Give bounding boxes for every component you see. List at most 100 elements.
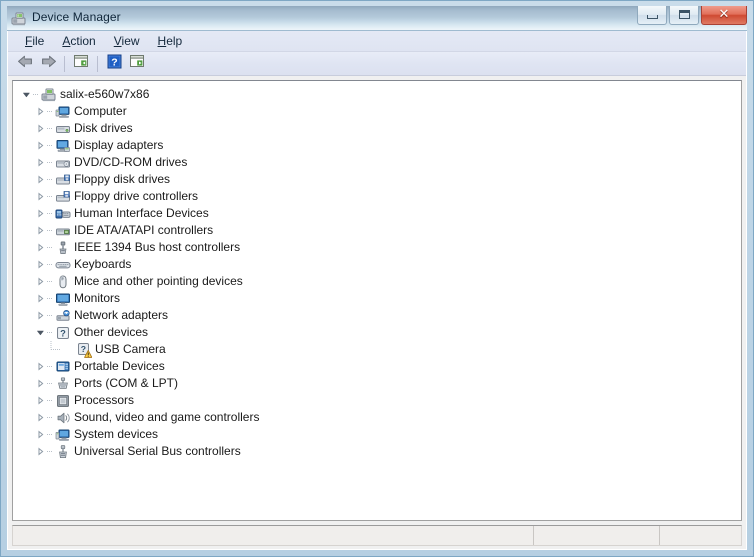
expand-triangle-icon[interactable] — [33, 375, 47, 392]
expand-triangle-icon[interactable] — [33, 188, 47, 205]
minimize-button[interactable] — [637, 6, 667, 25]
menu-view[interactable]: View — [105, 32, 149, 51]
tree-node-display-adapters[interactable]: Display adapters — [13, 137, 741, 154]
tree-connector-dash — [47, 188, 54, 205]
status-pane-2 — [534, 526, 660, 545]
toolbar: ? — [8, 52, 746, 76]
tree-node-label: Ports (COM & LPT) — [74, 376, 179, 390]
close-button[interactable]: ✕ — [701, 6, 747, 25]
device-tree-panel[interactable]: salix-e560w7x86 Computer Disk drives Displa… — [12, 80, 742, 521]
hid-icon — [54, 205, 72, 222]
expand-triangle-icon[interactable] — [33, 171, 47, 188]
tree-node-label: Keyboards — [74, 257, 132, 271]
tree-node-label: DVD/CD-ROM drives — [74, 155, 188, 169]
tree-node-label: Human Interface Devices — [74, 206, 209, 220]
expand-triangle-icon[interactable] — [33, 409, 47, 426]
tree-connector-dash — [33, 86, 40, 103]
tree-node-label: System devices — [74, 427, 159, 441]
tree-connector-dash — [47, 443, 54, 460]
expand-triangle-icon[interactable] — [33, 256, 47, 273]
tree-node-dvd-cd-rom-drives[interactable]: DVD/CD-ROM drives — [13, 154, 741, 171]
expand-triangle-icon[interactable] — [33, 103, 47, 120]
menu-file[interactable]: File — [16, 32, 53, 51]
menu-action[interactable]: Action — [53, 32, 104, 51]
maximize-button[interactable] — [669, 6, 699, 25]
tree-node-floppy-disk-drives[interactable]: Floppy disk drives — [13, 171, 741, 188]
tree-node-label: Computer — [74, 104, 127, 118]
tree-node-floppy-drive-controllers[interactable]: Floppy drive controllers — [13, 188, 741, 205]
tree-connector-dash — [47, 324, 54, 341]
collapse-triangle-icon[interactable] — [33, 324, 47, 341]
tree-node-portable-devices[interactable]: Portable Devices — [13, 358, 741, 375]
tree-node-label: Network adapters — [74, 308, 169, 322]
tree-node-ide-ata-atapi-controllers[interactable]: IDE ATA/ATAPI controllers — [13, 222, 741, 239]
tree-node-monitors[interactable]: Monitors — [13, 290, 741, 307]
tree-node-label: IEEE 1394 Bus host controllers — [74, 240, 241, 254]
tree-connector-line — [49, 341, 61, 358]
expand-triangle-icon[interactable] — [33, 154, 47, 171]
tree-node-processors[interactable]: Processors — [13, 392, 741, 409]
expand-triangle-icon[interactable] — [33, 137, 47, 154]
tree-node-disk-drives[interactable]: Disk drives — [13, 120, 741, 137]
properties-button[interactable] — [126, 54, 148, 74]
usb-controller-icon — [54, 443, 72, 460]
help-question-icon: ? — [107, 54, 122, 74]
tree-node-keyboards[interactable]: Keyboards — [13, 256, 741, 273]
network-adapter-icon — [54, 307, 72, 324]
other-devices-icon: ? — [54, 324, 72, 341]
tree-node-system-devices[interactable]: System devices — [13, 426, 741, 443]
monitor-icon — [54, 290, 72, 307]
disk-drive-icon — [54, 120, 72, 137]
forward-button[interactable] — [37, 54, 59, 74]
tree-node-ports-com-lpt[interactable]: Ports (COM & LPT) — [13, 375, 741, 392]
tree-connector-dash — [47, 290, 54, 307]
tree-node-usb-camera[interactable]: ? USB Camera — [13, 341, 741, 358]
tree-node-ieee-1394-bus-host-controllers[interactable]: IEEE 1394 Bus host controllers — [13, 239, 741, 256]
floppy-disk-icon — [54, 171, 72, 188]
tree-node-computer[interactable]: Computer — [13, 103, 741, 120]
tree-node-label: Universal Serial Bus controllers — [74, 444, 241, 458]
tree-node-label: Processors — [74, 393, 135, 407]
expand-triangle-icon[interactable] — [33, 426, 47, 443]
system-device-icon — [54, 426, 72, 443]
tree-connector-dash — [47, 307, 54, 324]
dvd-cdrom-icon — [54, 154, 72, 171]
maximize-icon — [679, 10, 690, 19]
tree-node-label: Floppy drive controllers — [74, 189, 199, 203]
tree-node-human-interface-devices[interactable]: Human Interface Devices — [13, 205, 741, 222]
expand-triangle-icon[interactable] — [33, 443, 47, 460]
expand-triangle-icon[interactable] — [33, 120, 47, 137]
tree-node-network-adapters[interactable]: Network adapters — [13, 307, 741, 324]
back-button[interactable] — [14, 54, 36, 74]
tree-node-sound-video-and-game-controllers[interactable]: Sound, video and game controllers — [13, 409, 741, 426]
expand-triangle-icon[interactable] — [33, 222, 47, 239]
expand-triangle-icon[interactable] — [33, 273, 47, 290]
menu-bar: File Action View Help — [8, 31, 746, 52]
tree-connector-dash — [47, 222, 54, 239]
menu-help[interactable]: Help — [149, 32, 192, 51]
help-button[interactable]: ? — [103, 54, 125, 74]
title-bar[interactable]: Device Manager ✕ — [7, 6, 747, 31]
tree-connector-dash — [47, 154, 54, 171]
tree-connector-dash — [47, 392, 54, 409]
collapse-triangle-icon[interactable] — [19, 86, 33, 103]
computer-icon — [54, 103, 72, 120]
expand-triangle-icon[interactable] — [33, 358, 47, 375]
console-tree-icon — [73, 54, 89, 74]
expand-triangle-icon[interactable] — [33, 392, 47, 409]
expand-triangle-icon[interactable] — [33, 307, 47, 324]
expand-triangle-icon[interactable] — [33, 290, 47, 307]
tree-node-label: IDE ATA/ATAPI controllers — [74, 223, 214, 237]
floppy-controller-icon — [54, 188, 72, 205]
tree-node-label: Portable Devices — [74, 359, 165, 373]
show-hide-console-tree-button[interactable] — [70, 54, 92, 74]
tree-node-mice-and-other-pointing-devices[interactable]: Mice and other pointing devices — [13, 273, 741, 290]
tree-connector-dash — [47, 205, 54, 222]
expand-triangle-icon[interactable] — [33, 239, 47, 256]
svg-text:?: ? — [60, 327, 66, 338]
tree-node-root[interactable]: salix-e560w7x86 — [13, 86, 741, 103]
tree-node-label: Floppy disk drives — [74, 172, 171, 186]
expand-triangle-icon[interactable] — [33, 205, 47, 222]
tree-node-other-devices[interactable]: ? Other devices — [13, 324, 741, 341]
tree-node-universal-serial-bus-controllers[interactable]: Universal Serial Bus controllers — [13, 443, 741, 460]
